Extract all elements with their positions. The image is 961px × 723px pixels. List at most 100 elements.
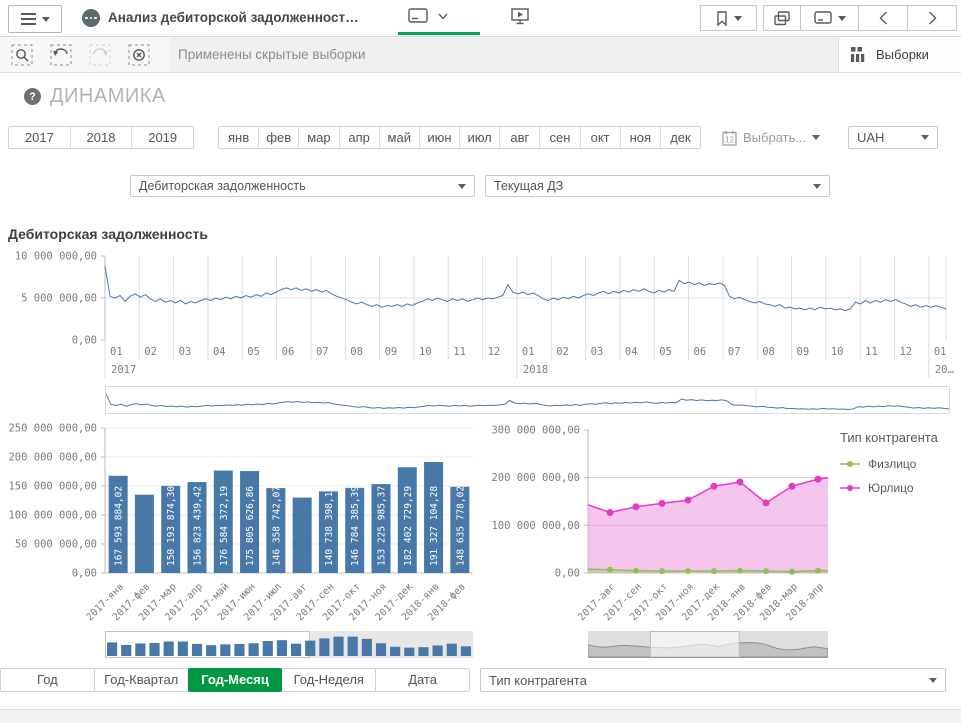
counterparty-area-chart[interactable]: 0,00100 000 000,00200 000 000,00300 000 …	[480, 420, 840, 630]
legend-item-Юрлицо[interactable]: Юрлицо	[840, 481, 958, 495]
month-filter-3[interactable]: мар	[298, 127, 338, 148]
previous-sheet-button[interactable]	[859, 5, 908, 31]
step-forward-button-disabled[interactable]	[89, 44, 111, 66]
currency-select[interactable]: UAH	[848, 126, 938, 149]
svg-text:0,00: 0,00	[72, 335, 97, 347]
clear-selections-button[interactable]	[128, 44, 150, 66]
search-selections-button[interactable]	[11, 44, 33, 66]
svg-text:04: 04	[625, 346, 638, 358]
svg-text:07: 07	[728, 346, 741, 358]
svg-text:12: 12	[488, 346, 501, 358]
legend-item-Физлицо[interactable]: Физлицо	[840, 457, 958, 471]
bar-chart-navigator[interactable]	[105, 631, 473, 658]
bookmark-icon	[716, 11, 728, 26]
chevron-down-icon	[812, 135, 820, 140]
qlik-dashboard: Анализ дебиторской задолженност…	[0, 0, 961, 723]
chevron-right-icon	[928, 11, 937, 25]
help-icon[interactable]: ?	[24, 88, 41, 105]
active-sheet-underline	[398, 32, 480, 35]
currency-value: UAH	[857, 130, 884, 145]
chevron-down-icon	[838, 16, 846, 21]
svg-text:06: 06	[282, 346, 295, 358]
submeasure-select[interactable]: Текущая ДЗ	[485, 175, 830, 197]
svg-text:148 635 778,02: 148 635 778,02	[455, 486, 466, 566]
chevron-down-icon	[921, 135, 929, 140]
svg-text:06: 06	[694, 346, 707, 358]
month-filter-11[interactable]: ноя	[620, 127, 660, 148]
svg-text:0,00: 0,00	[72, 568, 97, 580]
svg-text:09: 09	[385, 346, 398, 358]
svg-text:50 000 000,00: 50 000 000,00	[15, 539, 97, 551]
storytelling-icon	[511, 8, 529, 25]
month-filter-5[interactable]: май	[379, 127, 419, 148]
duplicate-sheet-button[interactable]	[763, 5, 801, 31]
svg-text:2017: 2017	[111, 364, 136, 376]
next-sheet-button[interactable]	[908, 5, 957, 31]
bottom-strip	[0, 709, 961, 723]
month-filter-8[interactable]: авг	[499, 127, 539, 148]
svg-text:09: 09	[797, 346, 810, 358]
storytelling-button[interactable]	[511, 8, 529, 30]
tab-Дата[interactable]: Дата	[375, 668, 470, 692]
svg-text:100 000 000,00: 100 000 000,00	[8, 510, 97, 522]
svg-text:100 000 000,00: 100 000 000,00	[491, 520, 580, 532]
legend-marker-icon	[840, 460, 860, 468]
calendar-icon: 12	[722, 130, 737, 146]
global-menu-button[interactable]	[8, 5, 62, 33]
svg-text:05: 05	[247, 346, 260, 358]
year-filter-2017[interactable]: 2017	[9, 127, 70, 148]
selections-bar: Применены скрытые выборки Выборки	[0, 37, 961, 73]
step-back-button[interactable]	[50, 44, 72, 66]
receivables-line-chart[interactable]: 0102030405060708091011120102030405060708…	[5, 250, 955, 382]
tab-Год-Месяц[interactable]: Год-Месяц	[188, 668, 283, 692]
svg-text:182 402 729,29: 182 402 729,29	[403, 486, 414, 566]
month-filter-12[interactable]: дек	[660, 127, 700, 148]
svg-text:05: 05	[659, 346, 672, 358]
chevron-down-icon	[42, 17, 50, 22]
month-filter-6[interactable]: июн	[419, 127, 459, 148]
line-chart-navigator[interactable]	[105, 386, 950, 414]
svg-text:146 784 385,39: 146 784 385,39	[350, 486, 361, 566]
selections-tool-button[interactable]: Выборки	[838, 37, 961, 72]
dimension-select[interactable]: Тип контрагента	[480, 668, 946, 692]
chevron-down-icon	[929, 678, 937, 683]
sheet-navigator-button[interactable]	[801, 5, 859, 31]
svg-text:156 823 439,42: 156 823 439,42	[193, 486, 204, 566]
legend-marker-icon	[840, 484, 860, 492]
submeasure-value: Текущая ДЗ	[494, 179, 563, 193]
bookmarks-button[interactable]	[700, 5, 757, 31]
chevron-down-icon	[813, 184, 821, 189]
month-filter-1[interactable]: янв	[219, 127, 258, 148]
month-filter-4[interactable]: апр	[339, 127, 379, 148]
month-filter-10[interactable]: окт	[580, 127, 620, 148]
month-filter-9[interactable]: сен	[539, 127, 579, 148]
selections-grid-icon	[851, 47, 866, 62]
svg-text:167 593 884,02: 167 593 884,02	[114, 486, 125, 566]
area-chart-navigator[interactable]	[588, 631, 828, 658]
svg-text:250 000 000,00: 250 000 000,00	[8, 423, 97, 435]
svg-text:02: 02	[556, 346, 569, 358]
svg-text:200 000 000,00: 200 000 000,00	[8, 452, 97, 464]
tab-Год-Квартал[interactable]: Год-Квартал	[94, 668, 189, 692]
tab-Год-Неделя[interactable]: Год-Неделя	[281, 668, 376, 692]
year-filter-2018[interactable]: 2018	[70, 127, 132, 148]
monthly-bar-chart[interactable]: 0,0050 000 000,00100 000 000,00150 000 0…	[5, 420, 477, 630]
tab-Год[interactable]: Год	[0, 668, 95, 692]
svg-text:12: 12	[725, 135, 734, 144]
svg-text:176 584 372,19: 176 584 372,19	[219, 486, 230, 566]
app-title[interactable]: Анализ дебиторской задолженност…	[108, 10, 359, 25]
month-filter-7[interactable]: июл	[459, 127, 499, 148]
month-filter-2[interactable]: фев	[258, 127, 298, 148]
measure-select[interactable]: Дебиторская задолженность	[130, 175, 475, 197]
year-filter-2019[interactable]: 2019	[131, 127, 193, 148]
svg-text:11: 11	[865, 346, 878, 358]
date-picker-button[interactable]: 12 Выбрать...	[722, 126, 820, 149]
svg-text:300 000 000,00: 300 000 000,00	[491, 425, 580, 437]
sheet-selector-button[interactable]	[408, 8, 448, 24]
svg-text:08: 08	[762, 346, 775, 358]
date-picker-label: Выбрать...	[743, 130, 806, 145]
hamburger-icon	[21, 13, 36, 25]
overlapping-sheets-icon	[774, 11, 790, 26]
svg-text:2018: 2018	[523, 364, 548, 376]
measure-value: Дебиторская задолженность	[139, 179, 306, 193]
